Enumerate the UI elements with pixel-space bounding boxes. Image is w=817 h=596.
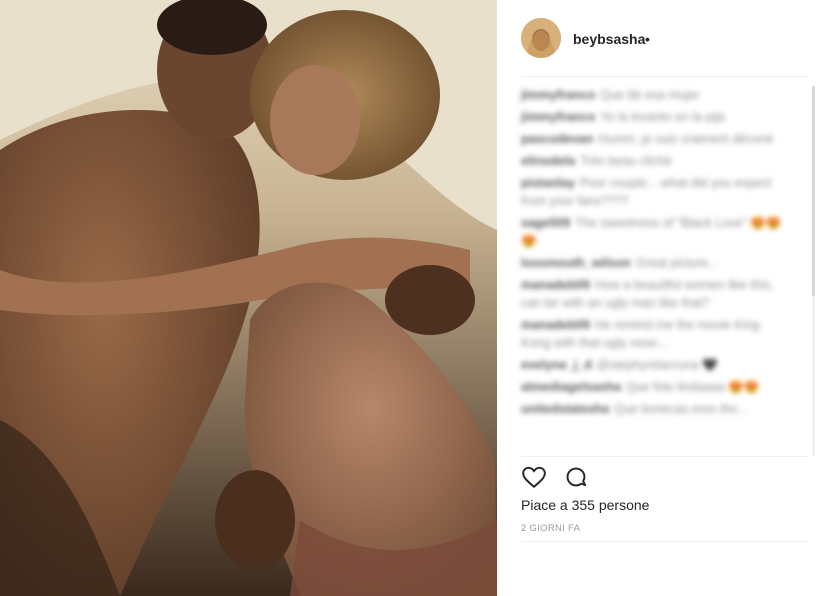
likes-count[interactable]: Piace a 355 persone <box>521 497 649 513</box>
scrollbar-thumb[interactable] <box>812 86 815 296</box>
comment-item: almediagelsasha Que foto lindaaaa 😍😍 <box>521 378 791 396</box>
follow-dot: • <box>645 31 650 47</box>
action-bar <box>521 464 601 492</box>
comment-item: pascodevan Humm ,je suis vraiment déconé <box>521 130 791 148</box>
comment-item: jimmyfranco Que bb esa mujer <box>521 86 791 104</box>
comment-username[interactable]: evelyne_j_d <box>521 358 592 372</box>
comment-text: Très beau cliché <box>580 154 672 168</box>
comment-item: sage509 The sweetness of "Black Love" 😍😍😍 <box>521 214 791 250</box>
comment-username[interactable]: loosmouth_wilson <box>521 256 631 270</box>
post-photo-image <box>0 0 497 596</box>
comment-username[interactable]: almediagelsasha <box>521 380 621 394</box>
comment-username[interactable]: pascodevan <box>521 132 593 146</box>
comment-text: Great picture... <box>635 256 719 270</box>
comment-item: evelyne_j_d @stephyrelacruna 🖤 <box>521 356 791 374</box>
post-side-panel: beybsasha • jimmyfranco Que bb esa mujer j… <box>497 0 817 596</box>
comment-text: @stephyrelacruna 🖤 <box>596 358 718 372</box>
comment-icon[interactable] <box>563 464 589 490</box>
comment-username[interactable]: unitedstatesha <box>521 402 609 416</box>
comment-username[interactable]: sage509 <box>521 216 570 230</box>
comments-divider <box>521 456 808 457</box>
heart-icon[interactable] <box>521 464 547 490</box>
comment-username[interactable]: pistanlay <box>521 176 575 190</box>
post-photo <box>0 0 497 596</box>
comment-item: manadeb09 How a beautiful women like this… <box>521 276 791 312</box>
comment-item: unitedstatesha Que bonecas eres tho... <box>521 400 791 418</box>
footer-divider <box>521 541 808 542</box>
comment-text: Que bb esa mujer <box>600 88 700 102</box>
comment-item: jimmyfranco Yo la levanto en la pija <box>521 108 791 126</box>
comment-text: Que foto lindaaaa 😍😍 <box>626 380 760 394</box>
username[interactable]: beybsasha <box>573 31 645 47</box>
comment-username[interactable]: manadeb09 <box>521 318 590 332</box>
comment-username[interactable]: elinodela <box>521 154 575 168</box>
header-divider <box>521 76 808 77</box>
avatar[interactable] <box>521 18 561 58</box>
comment-text: Humm ,je suis vraiment déconé <box>598 132 774 146</box>
comment-item: pistanlay Poor couple... what did you exp… <box>521 174 791 210</box>
post-header: beybsasha • <box>497 0 817 76</box>
post-timestamp[interactable]: 2 GIORNI FA <box>521 523 580 534</box>
comments-list: jimmyfranco Que bb esa mujer jimmyfranco Yo… <box>521 86 791 456</box>
comment-text: Que bonecas eres tho... <box>614 402 748 416</box>
comments-scrollbar[interactable] <box>812 86 815 456</box>
comment-item: manadeb09 He remind me the movie King Kon… <box>521 316 791 352</box>
comment-username[interactable]: jimmyfranco <box>521 110 595 124</box>
avatar-image <box>521 18 561 58</box>
comment-text: Yo la levanto en la pija <box>600 110 725 124</box>
comment-username[interactable]: jimmyfranco <box>521 88 595 102</box>
comment-item: elinodela Très beau cliché <box>521 152 791 170</box>
comment-item: loosmouth_wilson Great picture... <box>521 254 791 272</box>
comment-username[interactable]: manadeb09 <box>521 278 590 292</box>
